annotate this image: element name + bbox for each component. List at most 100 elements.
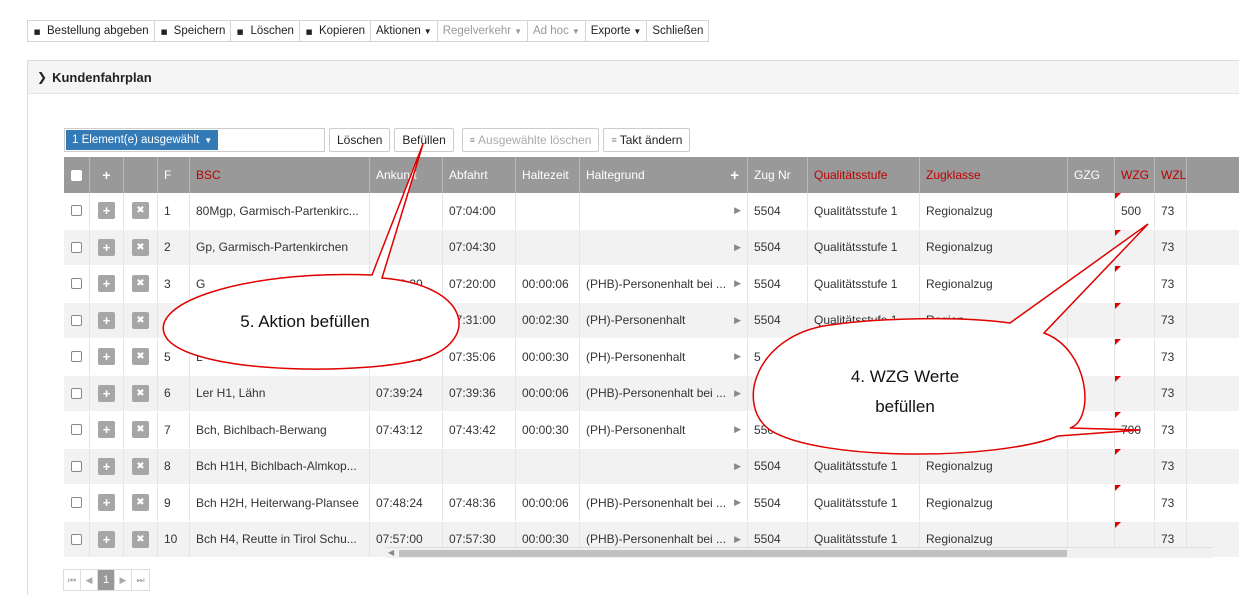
row-checkbox-cell[interactable] <box>64 521 90 557</box>
cell-gzg[interactable] <box>1068 302 1115 338</box>
cell-wzl[interactable]: 73 <box>1155 193 1187 229</box>
column-header-f[interactable]: F <box>158 157 190 193</box>
toolbar-button-1[interactable]: ◆ Speichern <box>155 21 232 41</box>
cell-bsc[interactable]: Ler H1, Lähn <box>190 375 370 411</box>
cell-q[interactable]: Qualitätsstufe 1 <box>808 193 920 229</box>
row-checkbox[interactable] <box>71 497 82 509</box>
cell-hg[interactable]: (PH)-Personenhalt ▶ <box>580 412 748 448</box>
cell-f[interactable]: 5 <box>158 339 190 375</box>
haltegrund-expand-icon[interactable]: ▶ <box>734 534 741 545</box>
cell-hg[interactable]: ▶ <box>580 229 748 265</box>
cell-ab[interactable]: 07:43:42 <box>443 412 516 448</box>
add-haltegrund-icon[interactable]: + <box>730 167 739 184</box>
delete-row-icon[interactable]: ✖ <box>132 202 149 220</box>
row-checkbox-cell[interactable] <box>64 193 90 229</box>
add-row-icon[interactable]: + <box>98 384 115 402</box>
cell-hg[interactable]: (PHB)-Personenhalt bei ... ▶ <box>580 266 748 302</box>
cell-hg[interactable]: (PH)-Personenhalt ▶ <box>580 339 748 375</box>
row-checkbox[interactable] <box>71 533 82 545</box>
column-header-del[interactable] <box>124 157 158 193</box>
row-checkbox-cell[interactable] <box>64 266 90 302</box>
cell-wzl[interactable]: 73 <box>1155 375 1187 411</box>
cell-wzl[interactable]: 73 <box>1155 448 1187 484</box>
selection-tag[interactable]: 1 Element(e) ausgewählt ▼ <box>66 130 219 150</box>
cell-an[interactable] <box>370 193 443 229</box>
scrollbar-thumb[interactable] <box>399 550 1067 557</box>
toolbar-button-3[interactable]: ◆ Kopieren <box>300 21 371 41</box>
row-checkbox-cell[interactable] <box>64 448 90 484</box>
cell-hg[interactable]: (PH)-Personenhalt ▶ <box>580 302 748 338</box>
haltegrund-expand-icon[interactable]: ▶ <box>734 278 741 289</box>
haltegrund-expand-icon[interactable]: ▶ <box>734 242 741 253</box>
cell-wzg[interactable] <box>1115 485 1155 521</box>
table-row[interactable]: + ✖ 8 Bch H1H, Bichlbach-Almkop... ▶ 5504 Qual… <box>64 448 1239 485</box>
select-all-checkbox[interactable] <box>71 169 82 181</box>
cell-q[interactable]: Qualitätsstufe 1 <box>808 485 920 521</box>
toolbar-button-0[interactable]: ◆ Bestellung abgeben <box>28 21 155 41</box>
cell-f[interactable]: 10 <box>158 521 190 557</box>
cell-bsc[interactable]: Bch H1H, Bichlbach-Almkop... <box>190 448 370 484</box>
cell-gzg[interactable] <box>1068 229 1115 265</box>
column-header-hg[interactable]: Haltegrund + <box>580 157 748 193</box>
add-row-icon[interactable]: + <box>98 348 115 366</box>
cell-hz[interactable] <box>516 193 580 229</box>
haltegrund-expand-icon[interactable]: ▶ <box>734 461 741 472</box>
cell-hz[interactable]: 00:00:06 <box>516 485 580 521</box>
row-checkbox-cell[interactable] <box>64 339 90 375</box>
cell-ab[interactable]: 07:35:06 <box>443 339 516 375</box>
prev-page-icon[interactable]: ◀ <box>81 570 98 590</box>
cell-an[interactable] <box>370 229 443 265</box>
cell-q[interactable]: Qualitätsstufe 1 <box>808 448 920 484</box>
delete-row-icon[interactable]: ✖ <box>132 421 149 439</box>
toolbar-button-2[interactable]: ◆ Löschen <box>231 21 300 41</box>
row-checkbox-cell[interactable] <box>64 485 90 521</box>
table-row[interactable]: + ✖ 7 Bch, Bichlbach-Berwang 07:43:12 07:43:4… <box>64 412 1239 449</box>
row-checkbox[interactable] <box>71 205 82 217</box>
toolbar-button-6[interactable]: Ad hoc ▼ <box>528 21 586 41</box>
cell-hz[interactable]: 00:00:30 <box>516 412 580 448</box>
haltegrund-expand-icon[interactable]: ▶ <box>734 315 741 326</box>
add-row-icon[interactable]: + <box>98 457 115 475</box>
cell-q[interactable]: Qualitätsstufe 1 <box>808 266 920 302</box>
toolbar-button-8[interactable]: Schließen <box>647 21 708 41</box>
cell-ab[interactable]: 07:31:00 <box>443 302 516 338</box>
toolbar-button-4[interactable]: Aktionen ▼ <box>371 21 438 41</box>
cell-wzl[interactable]: 73 <box>1155 302 1187 338</box>
cell-hg[interactable]: ▶ <box>580 193 748 229</box>
cell-gzg[interactable] <box>1068 193 1115 229</box>
cell-wzg[interactable] <box>1115 448 1155 484</box>
row-checkbox[interactable] <box>71 351 82 363</box>
cell-zug[interactable]: 5504 <box>748 266 808 302</box>
cell-zk[interactable] <box>920 412 1068 448</box>
page-number[interactable]: 1 <box>98 570 115 590</box>
column-header-wzg[interactable]: WZG <box>1115 157 1155 193</box>
delete-row-icon[interactable]: ✖ <box>132 457 149 475</box>
cell-zk[interactable]: Region <box>920 302 1068 338</box>
delete-selected-button[interactable]: ≡ Ausgewählte löschen <box>461 128 600 152</box>
cell-wzl[interactable]: 73 <box>1155 229 1187 265</box>
cell-an[interactable]: 07:33:36 <box>370 339 443 375</box>
haltegrund-expand-icon[interactable]: ▶ <box>734 351 741 362</box>
cell-bsc[interactable]: Bch H4, Reutte in Tirol Schu... <box>190 521 370 557</box>
table-row[interactable]: + ✖ 3 G 07:19:30 07:20:00 00:00:06 (PHB)-Person… <box>64 266 1239 303</box>
cell-f[interactable]: 1 <box>158 193 190 229</box>
cell-wzg[interactable] <box>1115 229 1155 265</box>
cell-q[interactable]: Qualitätsstufe 1 <box>808 229 920 265</box>
first-page-icon[interactable]: ⏮ <box>64 570 81 590</box>
cell-zk[interactable]: Regionalzug <box>920 266 1068 302</box>
table-row[interactable]: + ✖ 6 Ler H1, Lähn 07:39:24 07:39:36 00:00:06 (… <box>64 375 1239 412</box>
column-header-cb[interactable] <box>64 157 90 193</box>
column-header-zug[interactable]: Zug Nr <box>748 157 808 193</box>
haltegrund-expand-icon[interactable]: ▶ <box>734 388 741 399</box>
cell-hg[interactable]: ▶ <box>580 448 748 484</box>
delete-row-icon[interactable]: ✖ <box>132 311 149 329</box>
cell-q[interactable] <box>808 412 920 448</box>
cell-zug[interactable]: 5504 <box>748 448 808 484</box>
cell-f[interactable]: 8 <box>158 448 190 484</box>
cell-f[interactable]: 7 <box>158 412 190 448</box>
fill-button[interactable]: Befüllen <box>394 128 454 152</box>
row-checkbox-cell[interactable] <box>64 412 90 448</box>
delete-button[interactable]: Löschen <box>329 128 391 152</box>
cell-wzg[interactable] <box>1115 266 1155 302</box>
cell-wzg[interactable] <box>1115 302 1155 338</box>
